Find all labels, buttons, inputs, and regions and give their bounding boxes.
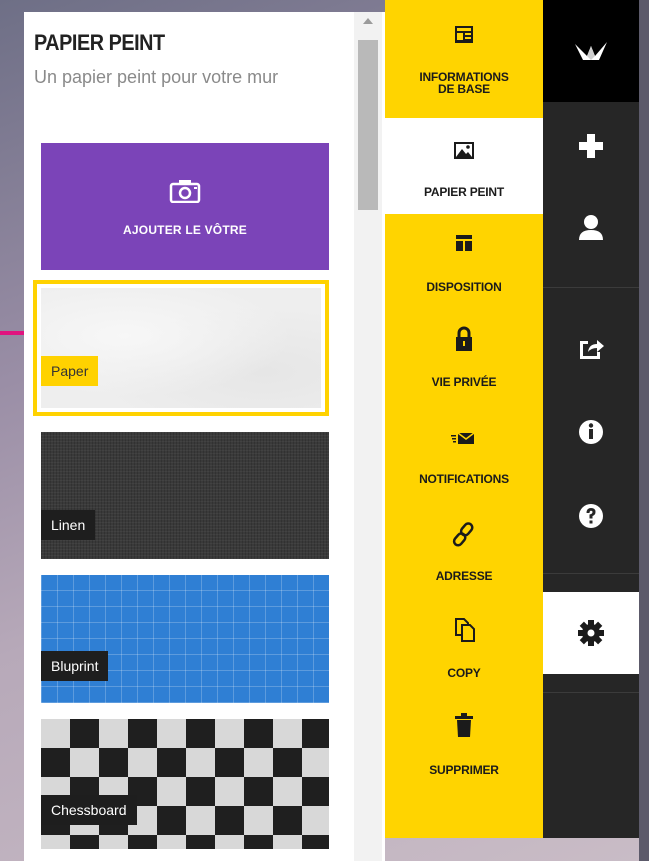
menu-label: ADRESSE: [435, 569, 493, 583]
scroll-thumb[interactable]: [358, 40, 378, 210]
help-button[interactable]: [543, 480, 639, 552]
menu-item-copy[interactable]: COPY: [385, 596, 543, 694]
wallpaper-option-chessboard[interactable]: Chessboard: [41, 719, 329, 849]
camera-icon: [169, 180, 201, 203]
plus-icon: [579, 134, 603, 158]
menu-item-supprimer[interactable]: SUPPRIMER: [385, 694, 543, 794]
add-button[interactable]: [543, 110, 639, 182]
share-button[interactable]: [543, 312, 639, 384]
wallpaper-panel: PAPIER PEINT Un papier peint pour votre …: [24, 12, 385, 861]
panel-subtitle: Un papier peint pour votre mur: [34, 67, 279, 87]
menu-label: VIE PRIVÉE: [431, 375, 497, 389]
upload-label: AJOUTER LE VÔTRE: [123, 223, 247, 237]
menu-label: COPY: [447, 666, 481, 680]
menu-label: NOTIFICATIONS: [419, 472, 509, 486]
dock-divider: [543, 692, 639, 693]
panel-title: PAPIER PEINT: [34, 30, 165, 55]
trash-icon: [455, 713, 473, 737]
dock-divider: [543, 573, 639, 574]
copy-icon: [455, 618, 475, 642]
menu-item-notifications[interactable]: NOTIFICATIONS: [385, 398, 543, 496]
link-icon: [452, 522, 474, 547]
menu-item-papier-peint[interactable]: PAPIER PEINT: [385, 118, 543, 214]
upload-wallpaper-button[interactable]: AJOUTER LE VÔTRE: [41, 143, 329, 270]
menu-item-vie-privee[interactable]: VIE PRIVÉE: [385, 306, 543, 398]
wallpaper-option-paper[interactable]: Paper: [33, 280, 329, 416]
menu-label: DE BASE: [438, 82, 490, 96]
settings-button[interactable]: [543, 592, 639, 674]
wallpaper-option-linen[interactable]: Linen: [41, 432, 329, 559]
wallpaper-label: Linen: [41, 510, 96, 540]
crane-logo-icon: [575, 42, 607, 60]
menu-item-disposition[interactable]: DISPOSITION: [385, 214, 543, 306]
wallpaper-label: Paper: [41, 356, 99, 386]
menu-label: DISPOSITION: [426, 280, 502, 294]
app-dock: [543, 0, 639, 838]
layout-icon: [456, 235, 472, 251]
scroll-up-arrow-icon[interactable]: [363, 18, 373, 24]
image-icon: [454, 142, 474, 159]
menu-label: SUPPRIMER: [429, 763, 499, 777]
wallpaper-option-bluprint[interactable]: Bluprint: [41, 575, 329, 703]
gear-icon: [578, 620, 604, 646]
settings-menu: INFORMATIONS DE BASE PAPIER PEINT DISPOS…: [385, 0, 543, 838]
paper-thumbnail: Paper: [41, 288, 321, 408]
panel-scrollbar[interactable]: [354, 12, 382, 861]
lock-icon: [456, 326, 472, 351]
wallpaper-label: Chessboard: [41, 795, 137, 825]
dock-divider: [543, 287, 639, 288]
menu-item-adresse[interactable]: ADRESSE: [385, 496, 543, 596]
menu-label: PAPIER PEINT: [423, 185, 505, 199]
window-edge: [639, 0, 649, 861]
envelope-icon: [451, 432, 475, 444]
info-button[interactable]: [543, 396, 639, 468]
share-icon: [580, 340, 604, 359]
help-icon: [579, 504, 603, 528]
wallpaper-label: Bluprint: [41, 651, 109, 681]
user-icon: [579, 215, 603, 240]
menu-item-informations[interactable]: INFORMATIONS DE BASE: [385, 0, 543, 118]
info-icon: [579, 420, 603, 444]
profile-button[interactable]: [543, 192, 639, 264]
info-card-icon: [455, 26, 473, 43]
logo-area[interactable]: [543, 0, 639, 102]
